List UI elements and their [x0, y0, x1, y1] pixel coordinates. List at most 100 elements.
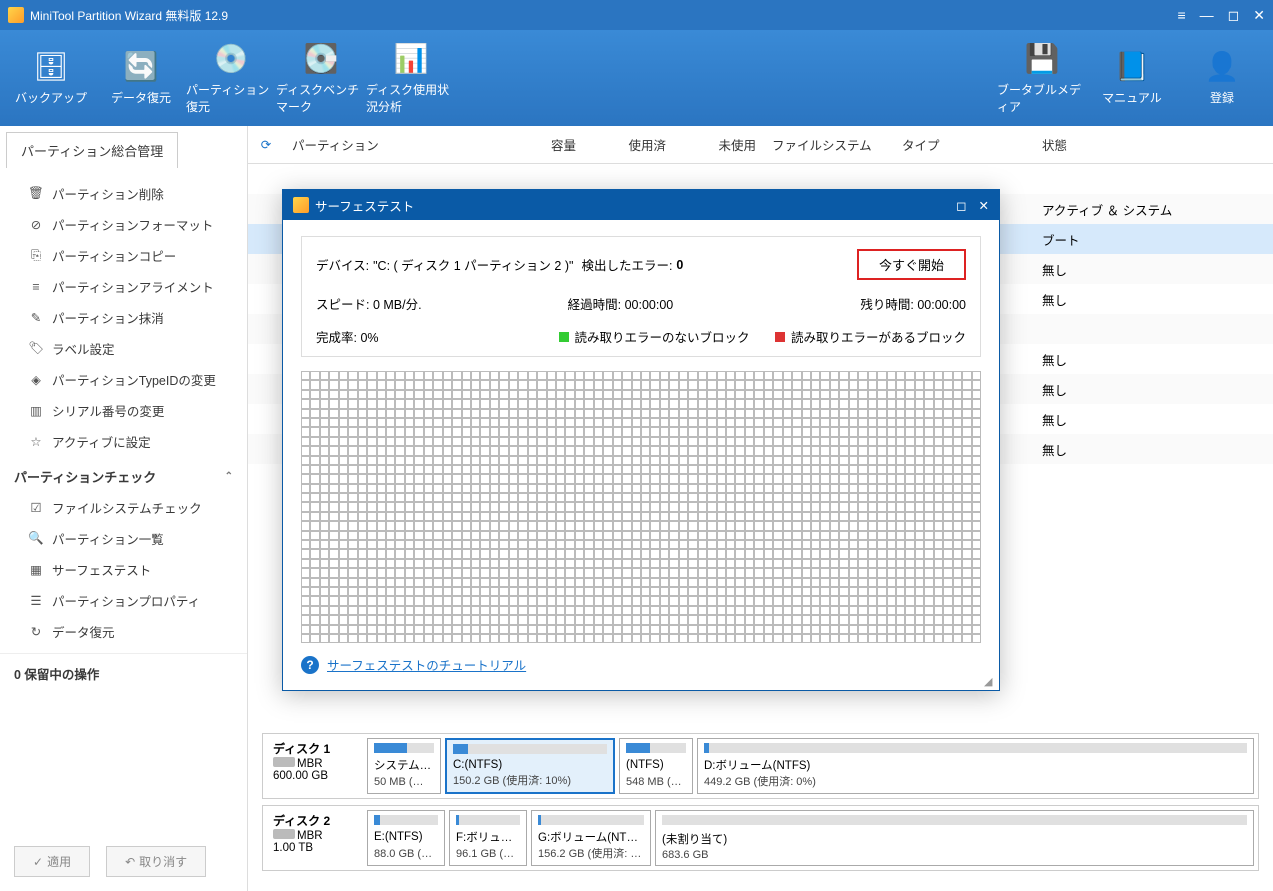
dialog-titlebar[interactable]: サーフェステスト ◻ ✕ [283, 190, 999, 220]
backup-label: バックアップ [15, 89, 87, 106]
dialog-title: サーフェステスト [315, 196, 414, 215]
space-analyzer-button[interactable]: 📊 ディスク使用状況分析 [366, 38, 456, 118]
sidebar-item-delete[interactable]: 🗑パーティション削除 [0, 178, 247, 209]
recovery-icon: 🔄 [124, 50, 159, 83]
disk-row-2: ディスク 2 MBR 1.00 TB E:(NTFS)88.0 GB (使用 F… [262, 805, 1259, 871]
sidebar-item-copy[interactable]: ⎘パーティションコピー [0, 240, 247, 271]
disk-row-1: ディスク 1 MBR 600.00 GB システムで予約50 MB (使用 C:… [262, 733, 1259, 799]
errors-label: 検出したエラー: [581, 255, 672, 274]
sidebar-item-serial[interactable]: ▥シリアル番号の変更 [0, 395, 247, 426]
disk-icon [273, 829, 295, 839]
hamburger-icon[interactable]: ≡ [1177, 7, 1185, 24]
partition-box[interactable]: D:ボリューム(NTFS)449.2 GB (使用済: 0%) [697, 738, 1254, 794]
disk-type: MBR [297, 830, 323, 842]
benchmark-icon: 💽 [304, 42, 339, 75]
help-icon[interactable]: ? [301, 656, 319, 674]
close-icon[interactable]: ✕ [1253, 7, 1265, 24]
block-map [301, 371, 981, 643]
copy-icon: ⎘ [28, 248, 44, 263]
grid-icon: ▦ [28, 562, 44, 577]
format-icon: ⊘ [28, 217, 44, 232]
disk-label[interactable]: ディスク 1 MBR 600.00 GB [267, 738, 363, 794]
sidebar-label: サーフェステスト [52, 560, 151, 579]
sidebar-section-check[interactable]: パーティションチェック⌃ [0, 457, 247, 492]
sidebar-label: ラベル設定 [52, 339, 115, 358]
resize-grip-icon[interactable]: ◢ [984, 675, 996, 687]
disk-icon [273, 757, 295, 767]
apply-button[interactable]: ✓適用 [14, 846, 90, 877]
manual-button[interactable]: 📘マニュアル [1087, 38, 1177, 118]
partition-box-selected[interactable]: C:(NTFS)150.2 GB (使用済: 10%) [445, 738, 615, 794]
apply-label: 適用 [47, 853, 71, 870]
align-icon: ≡ [28, 280, 44, 294]
sidebar-label: アクティブに設定 [52, 432, 151, 451]
titlebar: MiniTool Partition Wizard 無料版 12.9 ≡ — ◻… [0, 0, 1273, 30]
register-button[interactable]: 👤登録 [1177, 38, 1267, 118]
sidebar-item-recover[interactable]: ↻ データ復元 [0, 616, 247, 647]
sidebar-tab[interactable]: パーティション総合管理 [6, 132, 178, 168]
partition-box[interactable]: F:ボリューム(N96.1 GB (使用 [449, 810, 527, 866]
remain-label: 残り時間: [860, 298, 913, 312]
state-cell: 無し [1034, 260, 1273, 279]
undo-button[interactable]: ↶取り消す [106, 846, 206, 877]
sidebar-label: データ復元 [52, 622, 115, 641]
partition-box[interactable]: システムで予約50 MB (使用 [367, 738, 441, 794]
col-used[interactable]: 使用済 [584, 135, 674, 154]
app-title: MiniTool Partition Wizard 無料版 12.9 [30, 7, 228, 24]
sidebar-item-active[interactable]: ☆ アクティブに設定 [0, 426, 247, 457]
col-state[interactable]: 状態 [1034, 135, 1273, 154]
minimize-icon[interactable]: — [1200, 7, 1214, 24]
sidebar-label: パーティションフォーマット [52, 215, 213, 234]
sidebar-item-fscheck[interactable]: ☑ファイルシステムチェック [0, 492, 247, 523]
partition-recovery-button[interactable]: 💿パーティション復元 [186, 38, 276, 118]
device-value: "C: ( ディスク 1 パーティション 2 )" [373, 255, 573, 274]
disk-map: ディスク 1 MBR 600.00 GB システムで予約50 MB (使用 C:… [262, 733, 1259, 877]
sidebar-item-label[interactable]: 🏷ラベル設定 [0, 333, 247, 364]
maximize-icon[interactable]: ◻ [956, 198, 966, 213]
sidebar-item-explore[interactable]: 🔍パーティション一覧 [0, 523, 247, 554]
col-partition[interactable]: パーティション [284, 135, 484, 154]
props-icon: ☰ [28, 593, 44, 608]
reload-icon[interactable]: ⟳ [248, 137, 284, 152]
eraser-icon: ✎ [28, 310, 44, 325]
sidebar-label: パーティションプロパティ [52, 591, 200, 610]
disk-label[interactable]: ディスク 2 MBR 1.00 TB [267, 810, 363, 866]
sidebar-item-typeid[interactable]: ◈パーティションTypeIDの変更 [0, 364, 247, 395]
close-icon[interactable]: ✕ [979, 198, 989, 213]
col-free[interactable]: 未使用 [674, 135, 764, 154]
recover-icon: ↻ [28, 624, 44, 639]
col-capacity[interactable]: 容量 [484, 135, 584, 154]
sidebar-item-format[interactable]: ⊘ パーティションフォーマット [0, 209, 247, 240]
search-icon: 🔍 [28, 531, 44, 546]
partition-box[interactable]: E:(NTFS)88.0 GB (使用 [367, 810, 445, 866]
sidebar-item-props[interactable]: ☰ パーティションプロパティ [0, 585, 247, 616]
backup-button[interactable]: 🗄バックアップ [6, 38, 96, 118]
partition-box[interactable]: (未割り当て)683.6 GB [655, 810, 1254, 866]
col-filesystem[interactable]: ファイルシステム [764, 135, 894, 154]
sidebar-item-align[interactable]: ≡パーティションアライメント [0, 271, 247, 302]
tutorial-link[interactable]: サーフェステストのチュートリアル [327, 655, 526, 674]
state-cell: アクティブ ＆ システム [1034, 200, 1273, 219]
start-now-button[interactable]: 今すぐ開始 [857, 249, 966, 280]
data-recovery-button[interactable]: 🔄 データ復元 [96, 38, 186, 118]
elapsed-label: 経過時間: [568, 298, 621, 312]
barcode-icon: ▥ [28, 403, 44, 418]
partition-box[interactable]: G:ボリューム(NTFS)156.2 GB (使用済: 0% [531, 810, 651, 866]
benchmark-label: ディスクベンチマーク [276, 81, 366, 115]
partition-box[interactable]: (NTFS)548 MB (使用 [619, 738, 693, 794]
chevron-up-icon: ⌃ [225, 471, 233, 482]
errors-value: 0 [676, 258, 683, 272]
bootable-media-button[interactable]: 💾ブータブルメディア [997, 38, 1087, 118]
maximize-icon[interactable]: ◻ [1228, 7, 1240, 24]
analyzer-icon: 📊 [394, 42, 429, 75]
undo-label: 取り消す [139, 853, 187, 870]
benchmark-button[interactable]: 💽 ディスクベンチマーク [276, 38, 366, 118]
progress-value: 0% [360, 331, 378, 345]
pin-icon: ☆ [28, 434, 44, 449]
sidebar-item-wipe[interactable]: ✎パーティション抹消 [0, 302, 247, 333]
space-analyzer-label: ディスク使用状況分析 [366, 81, 456, 115]
col-type[interactable]: タイプ [894, 135, 1034, 154]
sidebar-item-surface[interactable]: ▦ サーフェステスト [0, 554, 247, 585]
data-recovery-label: データ復元 [111, 89, 171, 106]
red-swatch-icon [775, 332, 785, 342]
